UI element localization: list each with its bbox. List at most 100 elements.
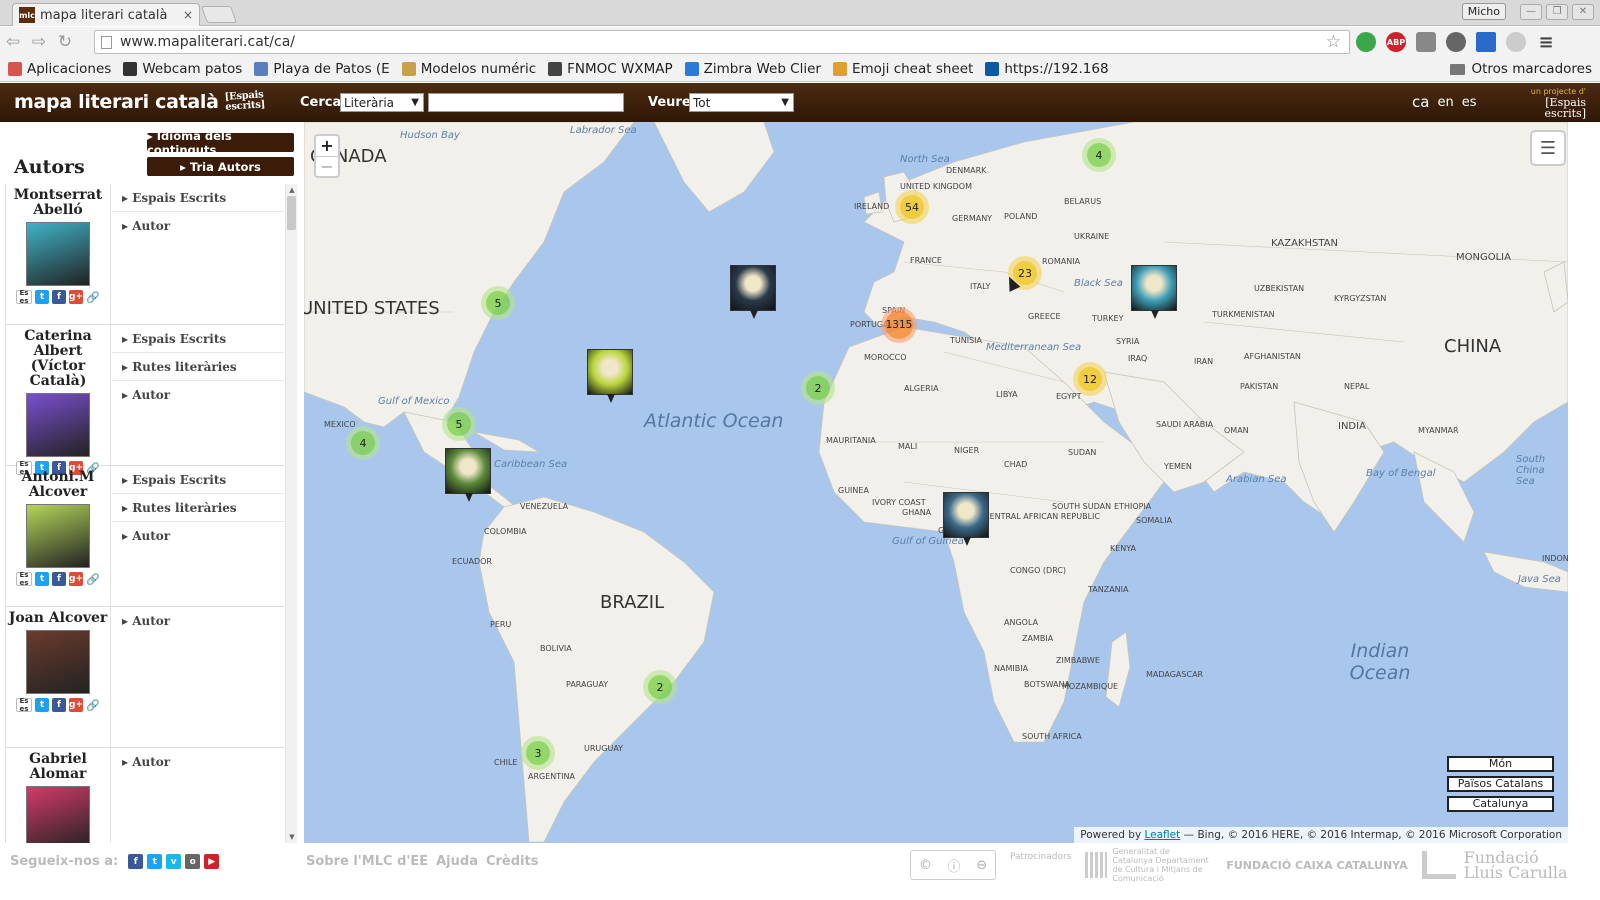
cluster-marker[interactable]: 1315: [881, 307, 917, 343]
new-tab-button[interactable]: [200, 6, 238, 23]
search-type-select[interactable]: Literària ▼: [340, 93, 424, 112]
author-link[interactable]: ▸ Autor: [112, 522, 284, 550]
user-badge[interactable]: Micho: [1461, 3, 1506, 20]
forward-icon[interactable]: ⇨: [26, 32, 52, 52]
world-map[interactable]: Atlantic Ocean Indian Ocean Hudson Bay L…: [304, 122, 1568, 843]
facebook-icon[interactable]: f: [52, 290, 66, 304]
flickr-icon[interactable]: o: [185, 854, 201, 869]
author-photo-marker[interactable]: [587, 349, 666, 403]
leaf-extension-icon[interactable]: [1356, 32, 1376, 52]
author-portrait[interactable]: [26, 504, 90, 568]
author-photo-marker[interactable]: [445, 448, 524, 502]
content-language-button[interactable]: ▸ Idioma dels continguts: [147, 129, 294, 157]
google-plus-icon[interactable]: g+: [69, 698, 83, 712]
author-link[interactable]: ▸ Rutes literàries: [112, 353, 284, 381]
author-portrait[interactable]: [26, 786, 90, 843]
bookmark-item[interactable]: https://192.168: [985, 61, 1109, 77]
jb-extension-icon[interactable]: [1416, 32, 1436, 52]
authors-scrollbar[interactable]: ▲ ▼: [285, 184, 297, 843]
cluster-marker[interactable]: 5: [481, 286, 515, 320]
author-name[interactable]: Antoni.M Alcover: [6, 470, 110, 500]
about-link[interactable]: Sobre l'MLC d'EE: [306, 854, 428, 869]
zoom-out-button[interactable]: −: [316, 156, 338, 176]
creative-commons-icon[interactable]: © ⓘ ⊖: [910, 850, 996, 880]
region-world-button[interactable]: Món: [1447, 756, 1554, 772]
close-window-icon[interactable]: ✕: [1572, 3, 1594, 20]
author-portrait[interactable]: [26, 630, 90, 694]
cluster-marker[interactable]: 3: [521, 736, 555, 770]
facebook-icon[interactable]: f: [52, 698, 66, 712]
author-link[interactable]: ▸ Autor: [112, 748, 284, 776]
author-portrait[interactable]: [26, 393, 90, 457]
author-portrait[interactable]: [26, 222, 90, 286]
bookmark-item[interactable]: Emoji cheat sheet: [832, 61, 973, 77]
author-name[interactable]: Gabriel Alomar: [6, 752, 110, 782]
author-photo-marker[interactable]: [943, 492, 1022, 546]
cluster-marker[interactable]: 2: [801, 371, 835, 405]
author-name[interactable]: Joan Alcover: [6, 611, 110, 626]
other-bookmarks[interactable]: Otros marcadores: [1450, 61, 1592, 77]
author-photo-marker[interactable]: [1131, 265, 1210, 319]
lang-es[interactable]: es: [1462, 95, 1477, 111]
search-input[interactable]: [428, 93, 624, 112]
restore-icon[interactable]: ❐: [1546, 3, 1568, 20]
twitter-icon[interactable]: t: [35, 290, 49, 304]
author-link[interactable]: ▸ Autor: [112, 381, 284, 409]
partner-logo[interactable]: un projecte d' [Espais escrits]: [1526, 86, 1586, 119]
zoom-in-button[interactable]: +: [316, 136, 338, 156]
author-name[interactable]: Caterina Albert (Víctor Català): [6, 329, 110, 389]
author-link[interactable]: ▸ Espais Escrits: [112, 184, 284, 212]
minimize-icon[interactable]: —: [1520, 3, 1542, 20]
lang-en[interactable]: en: [1437, 95, 1453, 111]
scroll-down-icon[interactable]: ▼: [286, 833, 298, 841]
fundacio-lluis-carulla-logo[interactable]: Fundació Lluís Carulla: [1421, 850, 1576, 881]
link-icon[interactable]: 🔗: [86, 698, 100, 712]
cluster-marker[interactable]: 2: [643, 670, 677, 704]
author-link[interactable]: ▸ Espais Escrits: [112, 466, 284, 494]
cluster-marker[interactable]: 4: [1082, 138, 1116, 172]
twitter-icon[interactable]: t: [35, 572, 49, 586]
author-link[interactable]: ▸ Espais Escrits: [112, 325, 284, 353]
bookmark-item[interactable]: Webcam patos: [123, 61, 242, 77]
twitter-icon[interactable]: t: [35, 698, 49, 712]
bookmark-item[interactable]: FNMOC WXMAP: [548, 61, 673, 77]
author-link[interactable]: ▸ Autor: [112, 212, 284, 240]
back-icon[interactable]: ⇦: [0, 32, 26, 52]
author-name[interactable]: Montserrat Abelló: [6, 188, 110, 218]
lang-ca[interactable]: ca: [1412, 93, 1429, 111]
scroll-thumb[interactable]: [287, 196, 296, 230]
bookmark-star-icon[interactable]: ☆: [1326, 32, 1341, 52]
credits-link[interactable]: Crèdits: [486, 854, 538, 869]
reload-icon[interactable]: ↻: [52, 32, 78, 52]
author-link[interactable]: ▸ Autor: [112, 607, 284, 635]
bookmark-item[interactable]: Zimbra Web Clier: [684, 61, 821, 77]
fundacio-caixa-catalunya-logo[interactable]: FUNDACIÓ CAIXA CATALUNYA: [1226, 859, 1407, 872]
choose-authors-button[interactable]: ▸ Tria Autors: [147, 157, 294, 176]
site-logo[interactable]: mapa literari català [Espais escrits]: [14, 89, 281, 113]
leaflet-link[interactable]: Leaflet: [1145, 829, 1181, 841]
link-icon[interactable]: 🔗: [86, 290, 100, 304]
address-bar[interactable]: www.mapaliterari.cat/ca/ ☆: [94, 30, 1350, 54]
generalitat-logo[interactable]: Generalitat de Catalunya Departament de …: [1085, 847, 1212, 883]
scroll-up-icon[interactable]: ▲: [286, 186, 298, 194]
browser-tab[interactable]: mlc mapa literari català ×: [12, 3, 200, 26]
bookmark-item[interactable]: Aplicaciones: [8, 61, 111, 77]
tab-close-icon[interactable]: ×: [183, 8, 193, 22]
facebook-icon[interactable]: f: [52, 572, 66, 586]
author-photo-marker[interactable]: [730, 265, 809, 319]
adblock-icon[interactable]: ABP: [1386, 32, 1406, 52]
google-plus-icon[interactable]: g+: [69, 290, 83, 304]
moon-extension-icon[interactable]: [1506, 32, 1526, 52]
bookmark-item[interactable]: Playa de Patos (E: [254, 61, 390, 77]
link-icon[interactable]: 🔗: [86, 572, 100, 586]
espais-escrits-icon[interactable]: Es es: [16, 571, 32, 587]
facebook-icon[interactable]: f: [128, 854, 144, 869]
espais-escrits-icon[interactable]: Es es: [16, 289, 32, 305]
help-link[interactable]: Ajuda: [436, 854, 478, 869]
google-plus-icon[interactable]: g+: [69, 572, 83, 586]
bookmark-item[interactable]: Modelos numéric: [401, 61, 536, 77]
screen-extension-icon[interactable]: [1476, 32, 1496, 52]
espais-escrits-icon[interactable]: Es es: [16, 697, 32, 713]
layers-icon[interactable]: ☰: [1530, 130, 1566, 166]
region-catalunya-button[interactable]: Catalunya: [1447, 796, 1554, 812]
